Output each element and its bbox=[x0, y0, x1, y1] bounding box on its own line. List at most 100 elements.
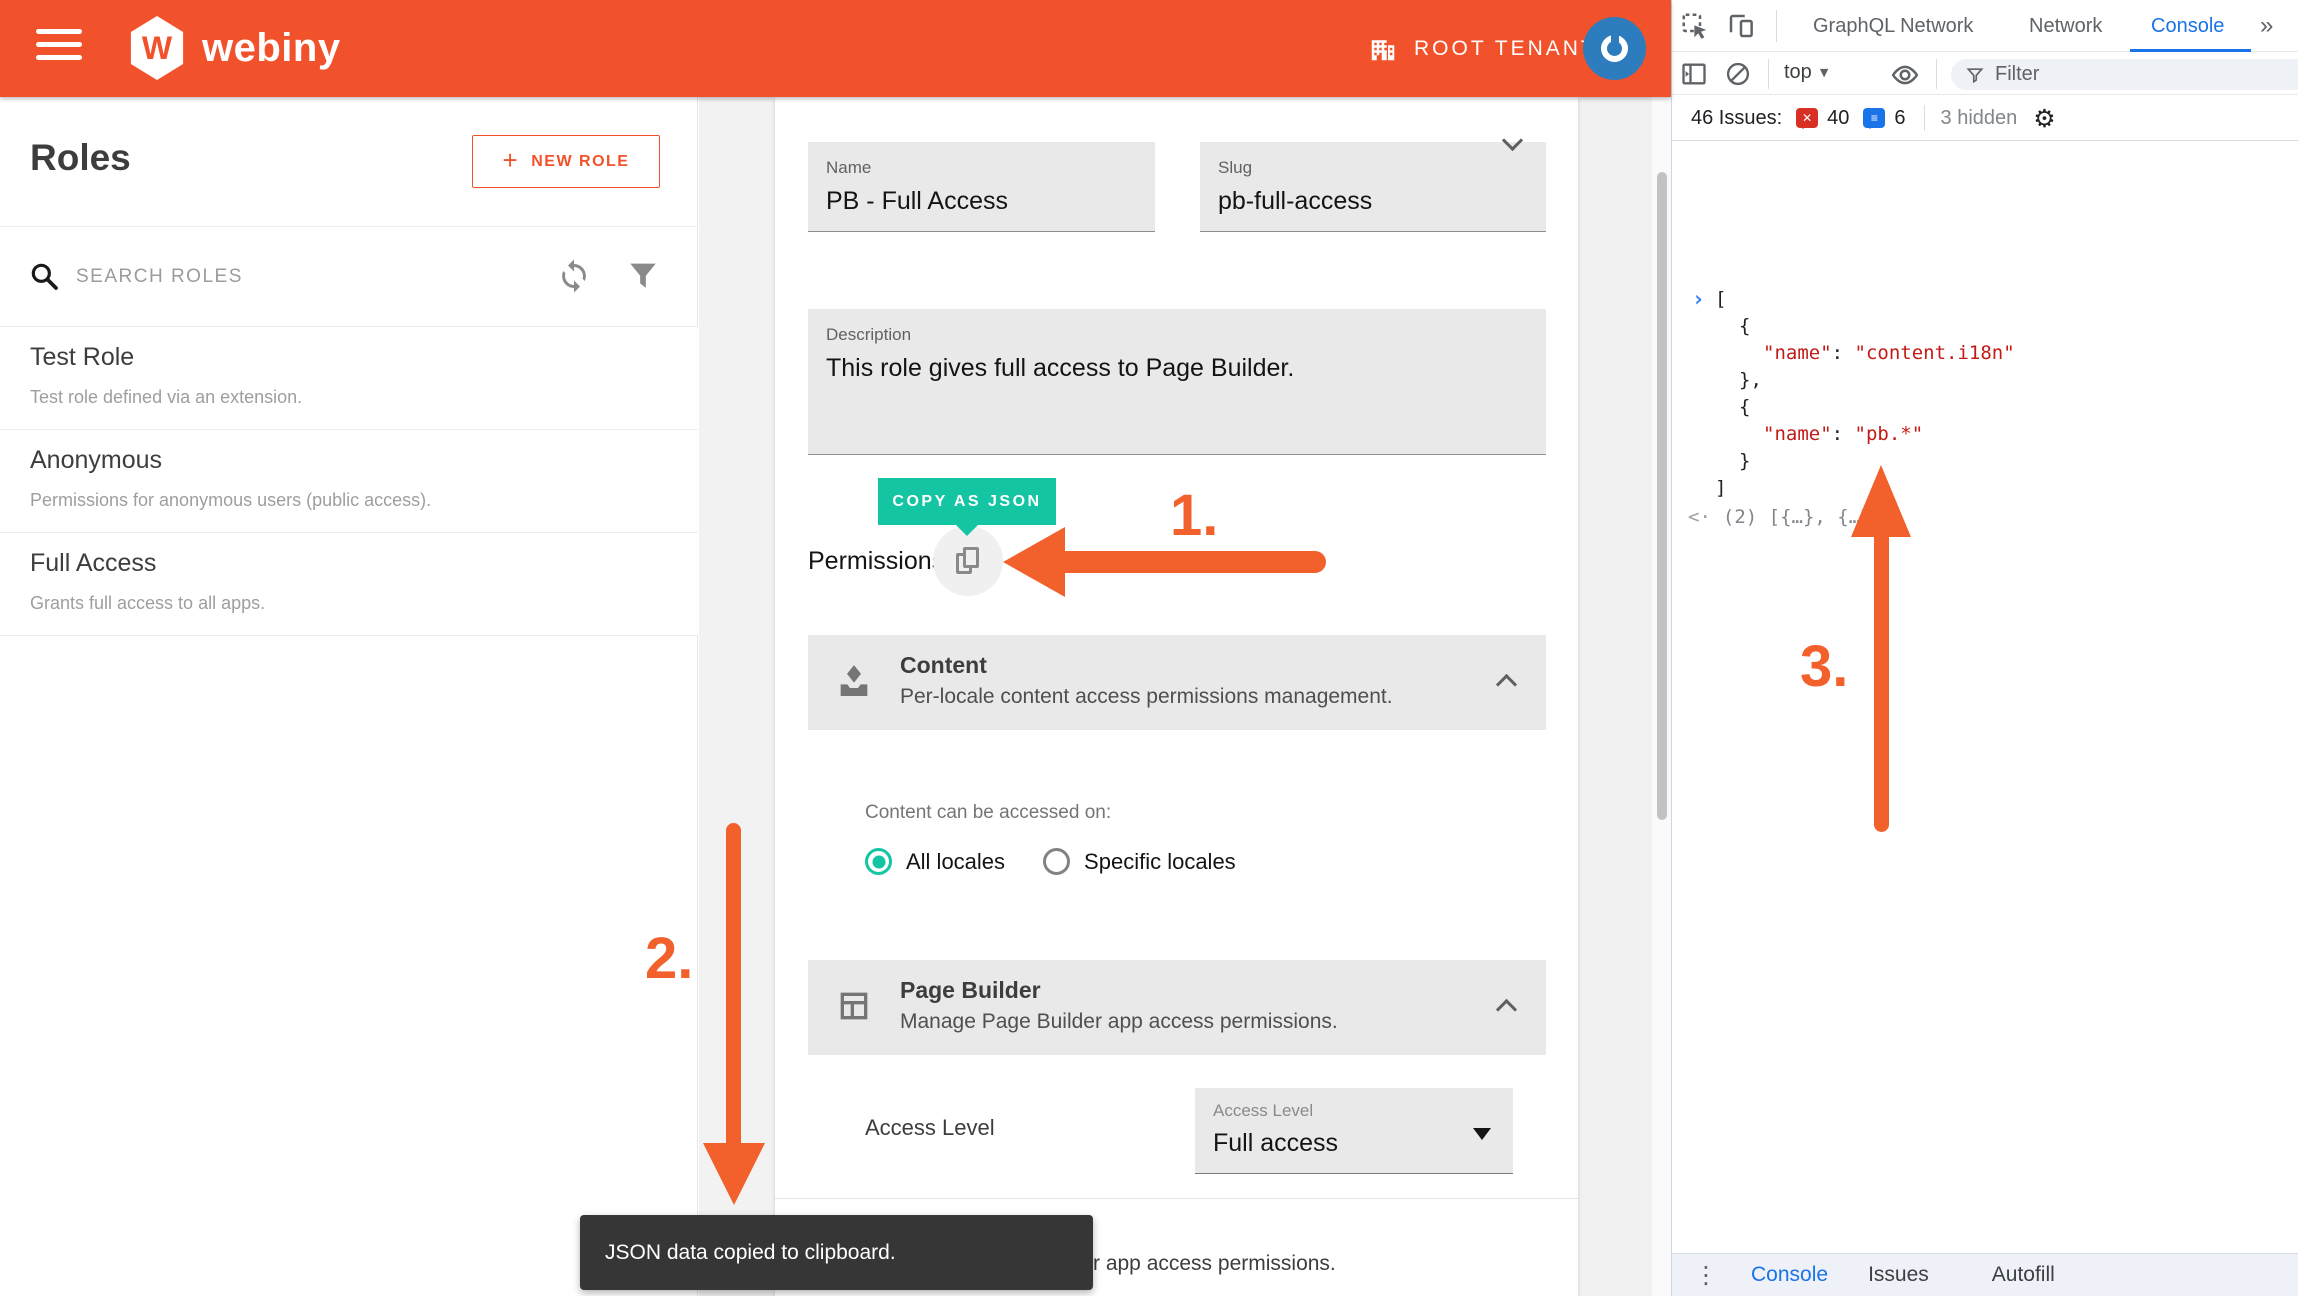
drawer-tab-autofill[interactable]: Autofill bbox=[1992, 1263, 2055, 1287]
js-context-selector[interactable]: top ▼ bbox=[1784, 61, 1828, 84]
specific-locales-radio[interactable] bbox=[1043, 848, 1070, 875]
toolbar-separator bbox=[1776, 10, 1777, 42]
tenant-label: ROOT TENANT bbox=[1414, 37, 1597, 61]
description-field-value: This role gives full access to Page Buil… bbox=[826, 354, 1546, 383]
search-icon bbox=[28, 260, 60, 297]
role-list-item[interactable]: Test Role Test role defined via an exten… bbox=[0, 327, 698, 430]
content-section-icon bbox=[834, 661, 874, 706]
console-line: "name": "content.i18n" bbox=[1763, 342, 2015, 364]
plus-icon: + bbox=[503, 145, 520, 176]
tab-console[interactable]: Console bbox=[2151, 0, 2224, 52]
chevron-up-icon[interactable] bbox=[1496, 674, 1517, 695]
drawer-tab-console[interactable]: Console bbox=[1751, 1263, 1828, 1287]
name-field[interactable]: Name PB - Full Access bbox=[808, 142, 1155, 232]
next-section-subtitle-fragment: r app access permissions. bbox=[1093, 1252, 1336, 1276]
slug-field-label: Slug bbox=[1218, 158, 1546, 178]
content-section-subtitle: Per-locale content access permissions ma… bbox=[900, 685, 1393, 709]
more-tabs-icon[interactable]: » bbox=[2260, 12, 2273, 40]
role-list-item[interactable]: Full Access Grants full access to all ap… bbox=[0, 533, 698, 636]
devtools-drawer-bar: ⋮ Console Issues Autofill bbox=[1672, 1253, 2298, 1296]
console-sidebar-icon[interactable] bbox=[1680, 60, 1708, 93]
content-access-label: Content can be accessed on: bbox=[865, 802, 1111, 824]
content-section-title: Content bbox=[900, 652, 987, 679]
slug-field[interactable]: Slug pb-full-access bbox=[1200, 142, 1546, 232]
copy-permissions-button[interactable] bbox=[933, 526, 1003, 596]
caret-down-icon: ▼ bbox=[1820, 66, 1828, 79]
issues-bar[interactable]: 46 Issues: ✕ 40 ≡ 6 3 hidden ⚙ bbox=[1672, 96, 2298, 141]
toolbar-separator bbox=[1936, 59, 1937, 89]
role-list-item[interactable]: Anonymous Permissions for anonymous user… bbox=[0, 430, 698, 533]
issues-count-label: 46 Issues: bbox=[1691, 107, 1782, 130]
console-filter-input[interactable] bbox=[1995, 63, 2255, 86]
console-output[interactable]: › [ { "name": "content.i18n" }, { "name"… bbox=[1672, 141, 2298, 1253]
locales-radio-group: All locales Specific locales bbox=[865, 848, 1260, 875]
console-settings-gear-icon[interactable]: ⚙ bbox=[2033, 104, 2055, 133]
devtools-tab-bar: GraphQL Network Network Console » bbox=[1672, 0, 2298, 52]
role-name: Test Role bbox=[30, 343, 698, 372]
user-avatar[interactable] bbox=[1583, 17, 1646, 80]
console-line: [ bbox=[1715, 288, 1726, 310]
role-description: Test role defined via an extension. bbox=[30, 387, 698, 408]
refresh-icon[interactable] bbox=[556, 258, 592, 299]
tab-network[interactable]: Network bbox=[2029, 0, 2102, 52]
screen: W webiny ROOT TENANT Roles + NEW ROLE bbox=[0, 0, 2298, 1296]
console-filter-box[interactable] bbox=[1951, 59, 2298, 90]
logo-letter: W bbox=[142, 30, 172, 67]
all-locales-label: All locales bbox=[906, 849, 1005, 875]
panel-gap bbox=[1578, 97, 1652, 1296]
description-field-label: Description bbox=[826, 325, 1546, 345]
toast-message: JSON data copied to clipboard. bbox=[605, 1241, 896, 1265]
role-description: Permissions for anonymous users (public … bbox=[30, 490, 698, 511]
page-builder-section-header[interactable]: Page Builder Manage Page Builder app acc… bbox=[808, 960, 1546, 1055]
content-section-header[interactable]: Content Per-locale content access permis… bbox=[808, 635, 1546, 730]
snackbar-toast: JSON data copied to clipboard. bbox=[580, 1215, 1093, 1290]
hamburger-menu-icon[interactable] bbox=[36, 29, 82, 60]
error-badge-icon: ✕ bbox=[1796, 108, 1818, 128]
page-builder-section-title: Page Builder bbox=[900, 977, 1041, 1004]
annotation-arrow-3-head bbox=[1851, 465, 1911, 537]
new-role-button[interactable]: + NEW ROLE bbox=[472, 135, 660, 188]
inspect-element-icon[interactable] bbox=[1680, 11, 1710, 46]
description-field[interactable]: Description This role gives full access … bbox=[808, 309, 1546, 455]
dropdown-caret-icon bbox=[1473, 1128, 1491, 1140]
live-expression-icon[interactable] bbox=[1890, 60, 1920, 95]
brand-wordmark: webiny bbox=[202, 26, 341, 71]
role-form-card: Name PB - Full Access Slug pb-full-acces… bbox=[775, 97, 1578, 1296]
access-level-select-value: Full access bbox=[1213, 1129, 1513, 1158]
specific-locales-label: Specific locales bbox=[1084, 849, 1236, 875]
power-icon bbox=[1601, 35, 1628, 62]
funnel-icon bbox=[1965, 65, 1985, 85]
slug-field-value: pb-full-access bbox=[1218, 187, 1546, 216]
active-tab-underline bbox=[2130, 49, 2251, 52]
context-label: top bbox=[1784, 61, 1812, 84]
access-level-label: Access Level bbox=[865, 1115, 995, 1141]
console-line: }, bbox=[1739, 369, 1762, 391]
role-name: Full Access bbox=[30, 549, 698, 578]
app-header: W webiny ROOT TENANT bbox=[0, 0, 1671, 97]
annotation-step-1: 1. bbox=[1170, 482, 1218, 549]
name-field-value: PB - Full Access bbox=[826, 187, 1155, 216]
search-roles-input[interactable] bbox=[76, 257, 456, 297]
tenant-selector[interactable]: ROOT TENANT bbox=[1368, 0, 1597, 97]
chevron-up-icon[interactable] bbox=[1496, 999, 1517, 1020]
annotation-arrow-3-shaft bbox=[1874, 535, 1889, 832]
clear-console-icon[interactable] bbox=[1724, 60, 1752, 93]
webiny-logo-icon: W bbox=[128, 16, 186, 80]
drawer-tab-issues[interactable]: Issues bbox=[1868, 1263, 1929, 1287]
annotation-arrow-2-head bbox=[703, 1143, 765, 1205]
hidden-messages-label: 3 hidden bbox=[1941, 107, 2018, 130]
section-divider bbox=[775, 1198, 1578, 1199]
page-builder-section-icon bbox=[834, 986, 874, 1031]
device-toolbar-icon[interactable] bbox=[1726, 11, 1756, 46]
role-description: Grants full access to all apps. bbox=[30, 593, 698, 614]
filter-icon[interactable] bbox=[626, 258, 660, 297]
console-line: "name": "pb.*" bbox=[1763, 423, 1923, 445]
all-locales-radio[interactable] bbox=[865, 848, 892, 875]
kebab-menu-icon[interactable]: ⋮ bbox=[1694, 1261, 1718, 1289]
error-count: 40 bbox=[1827, 107, 1849, 130]
page-scrollbar-thumb[interactable] bbox=[1657, 172, 1667, 820]
tab-graphql-network[interactable]: GraphQL Network bbox=[1813, 0, 1973, 52]
new-role-label: NEW ROLE bbox=[531, 153, 629, 171]
access-level-select[interactable]: Access Level Full access bbox=[1195, 1088, 1513, 1174]
toolbar-separator bbox=[1768, 59, 1769, 89]
